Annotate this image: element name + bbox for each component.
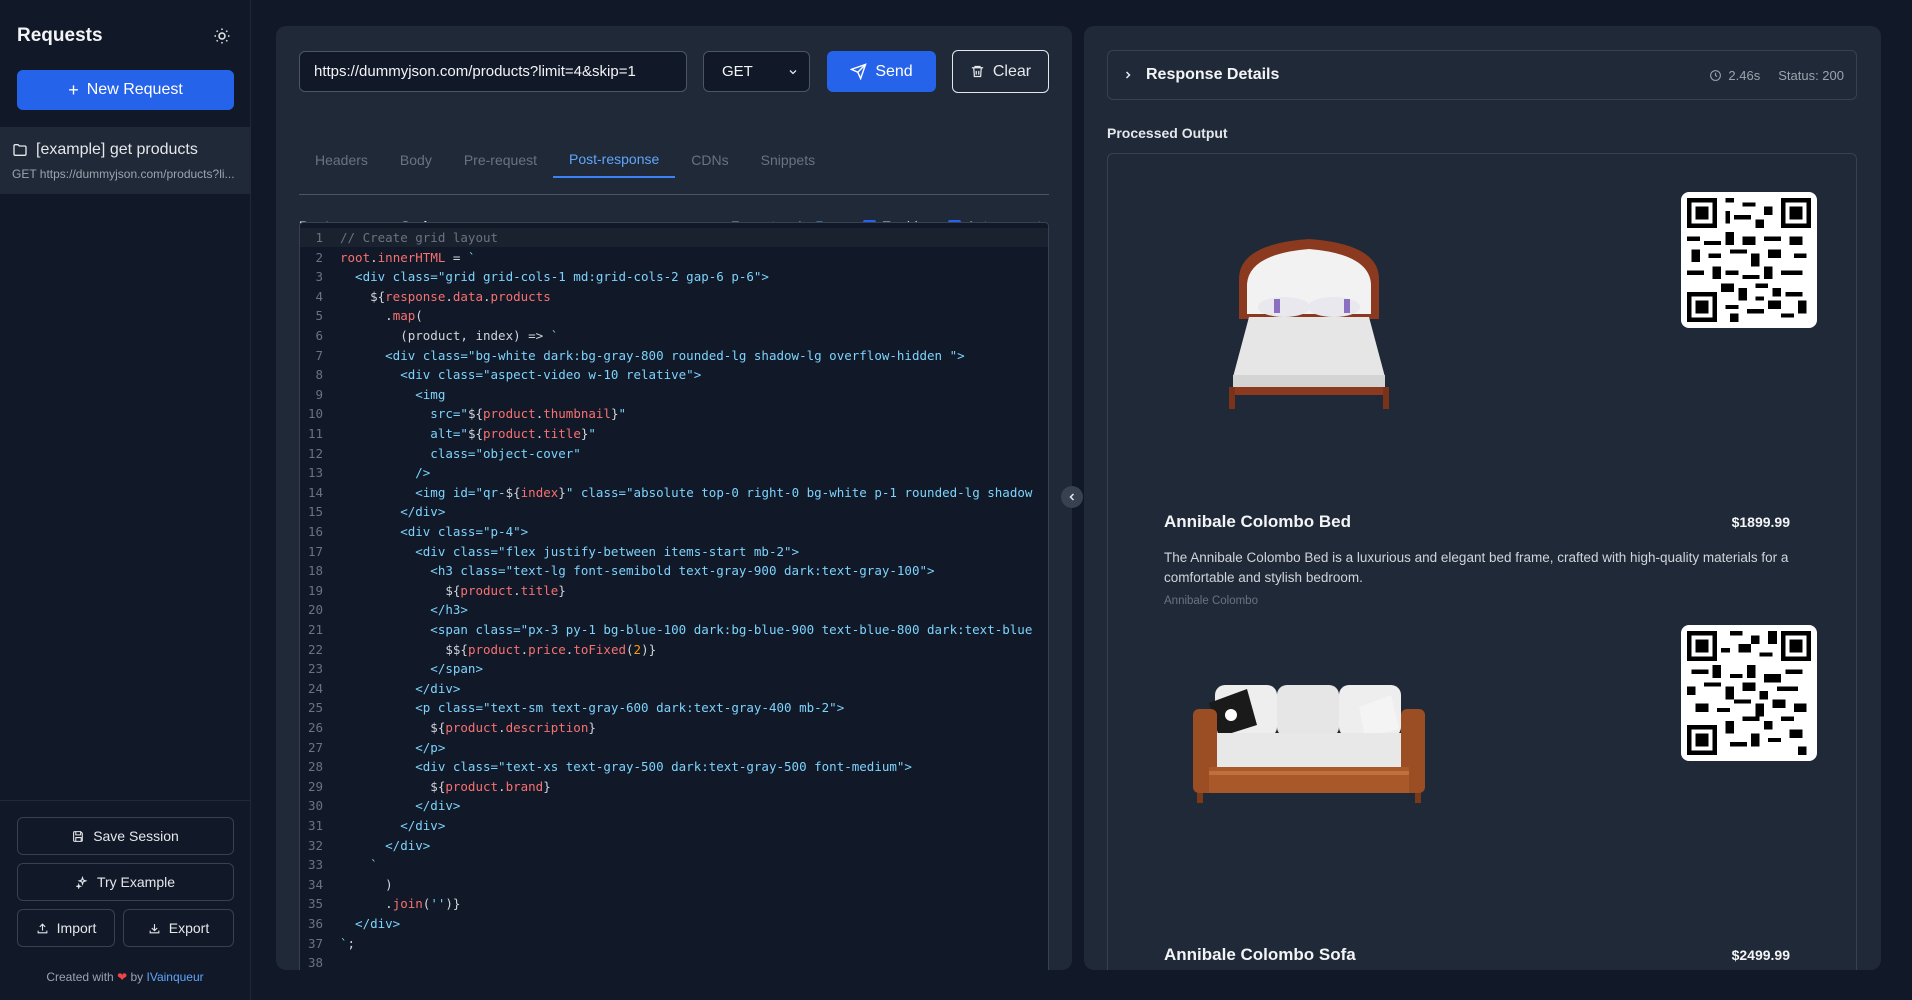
clear-label: Clear bbox=[992, 62, 1032, 80]
response-status: Status: 200 bbox=[1778, 67, 1844, 83]
sidebar-divider bbox=[0, 800, 250, 801]
code-editor[interactable]: 1// Create grid layout 2 root.innerHTML =… bbox=[299, 222, 1049, 970]
product-card: Annibale Colombo Bed $1899.99 The Anniba… bbox=[1108, 154, 1856, 607]
save-icon bbox=[73, 830, 84, 842]
response-time: 2.46s bbox=[1728, 67, 1761, 83]
credits: Created with ❤ by IVainqueur bbox=[0, 970, 250, 984]
heart-icon: ❤ bbox=[117, 970, 128, 984]
send-icon bbox=[850, 63, 868, 80]
send-label: Send bbox=[875, 62, 913, 80]
sidebar-title: Requests bbox=[17, 25, 103, 46]
new-request-label: New Request bbox=[86, 81, 183, 98]
import-label: Import bbox=[56, 920, 97, 936]
plus-icon: + bbox=[68, 80, 79, 100]
chevron-down-icon bbox=[789, 69, 797, 74]
chevron-left-icon bbox=[1069, 493, 1075, 501]
credits-author-link[interactable]: IVainqueur bbox=[147, 970, 204, 984]
download-icon bbox=[149, 923, 160, 933]
product-title: Annibale Colombo Bed bbox=[1164, 512, 1351, 531]
save-session-label: Save Session bbox=[93, 828, 179, 844]
collapse-panel-button[interactable] bbox=[1061, 486, 1083, 508]
response-details-label: Response Details bbox=[1146, 66, 1280, 83]
request-name: [example] get products bbox=[36, 141, 198, 158]
product-image bbox=[1154, 587, 1464, 887]
credits-by: by bbox=[130, 970, 144, 984]
clear-button[interactable]: Clear bbox=[952, 50, 1049, 93]
send-button[interactable]: Send bbox=[827, 51, 936, 92]
request-tabs: Headers Body Pre-request Post-response C… bbox=[299, 141, 1049, 195]
response-panel: Response Details 2.46s Status: 200 Proce… bbox=[1084, 26, 1881, 970]
method-select[interactable]: GET bbox=[703, 51, 810, 92]
sidebar: Requests + New Request [example] get pro… bbox=[0, 0, 251, 1000]
tab-post-response[interactable]: Post-response bbox=[553, 141, 676, 178]
chevron-right-icon bbox=[1125, 71, 1131, 79]
upload-icon bbox=[37, 922, 48, 933]
product-price: $1899.99 bbox=[1731, 514, 1790, 530]
request-panel: https://dummyjson.com/products?limit=4&s… bbox=[276, 26, 1072, 970]
url-input[interactable]: https://dummyjson.com/products?limit=4&s… bbox=[299, 51, 687, 92]
theme-toggle-sun-icon[interactable] bbox=[211, 25, 233, 47]
try-example-button[interactable]: Try Example bbox=[17, 863, 234, 901]
product-card: Annibale Colombo Sofa $2499.99 bbox=[1108, 587, 1856, 970]
sidebar-header: Requests bbox=[17, 24, 233, 48]
clock-icon bbox=[1710, 69, 1722, 81]
product-title: Annibale Colombo Sofa bbox=[1164, 945, 1356, 964]
try-example-label: Try Example bbox=[96, 874, 176, 890]
method-value: GET bbox=[722, 63, 753, 80]
product-image bbox=[1154, 154, 1464, 454]
sparkles-icon bbox=[75, 875, 88, 889]
tab-body[interactable]: Body bbox=[384, 141, 448, 178]
tab-headers[interactable]: Headers bbox=[299, 141, 384, 178]
processed-output: Annibale Colombo Bed $1899.99 The Anniba… bbox=[1107, 153, 1857, 970]
new-request-button[interactable]: + New Request bbox=[17, 70, 234, 110]
tab-cdns[interactable]: CDNs bbox=[675, 141, 744, 178]
credits-prefix: Created with bbox=[46, 970, 114, 984]
response-details-toggle[interactable]: Response Details 2.46s Status: 200 bbox=[1107, 50, 1857, 100]
export-label: Export bbox=[168, 920, 210, 936]
sidebar-request-item[interactable]: [example] get products GET https://dummy… bbox=[0, 127, 250, 194]
export-button[interactable]: Export bbox=[123, 909, 234, 947]
import-button[interactable]: Import bbox=[17, 909, 115, 947]
qr-code bbox=[1681, 192, 1817, 328]
product-description: The Annibale Colombo Bed is a luxurious … bbox=[1164, 550, 1789, 585]
qr-code bbox=[1681, 625, 1817, 761]
tab-pre-request[interactable]: Pre-request bbox=[448, 141, 553, 178]
folder-icon bbox=[13, 144, 27, 156]
save-session-button[interactable]: Save Session bbox=[17, 817, 234, 855]
tab-snippets[interactable]: Snippets bbox=[745, 141, 831, 178]
product-price: $2499.99 bbox=[1731, 947, 1790, 963]
trash-icon bbox=[971, 65, 983, 78]
processed-output-label: Processed Output bbox=[1107, 125, 1228, 141]
request-subtitle: GET https://dummyjson.com/products?li... bbox=[12, 167, 235, 181]
